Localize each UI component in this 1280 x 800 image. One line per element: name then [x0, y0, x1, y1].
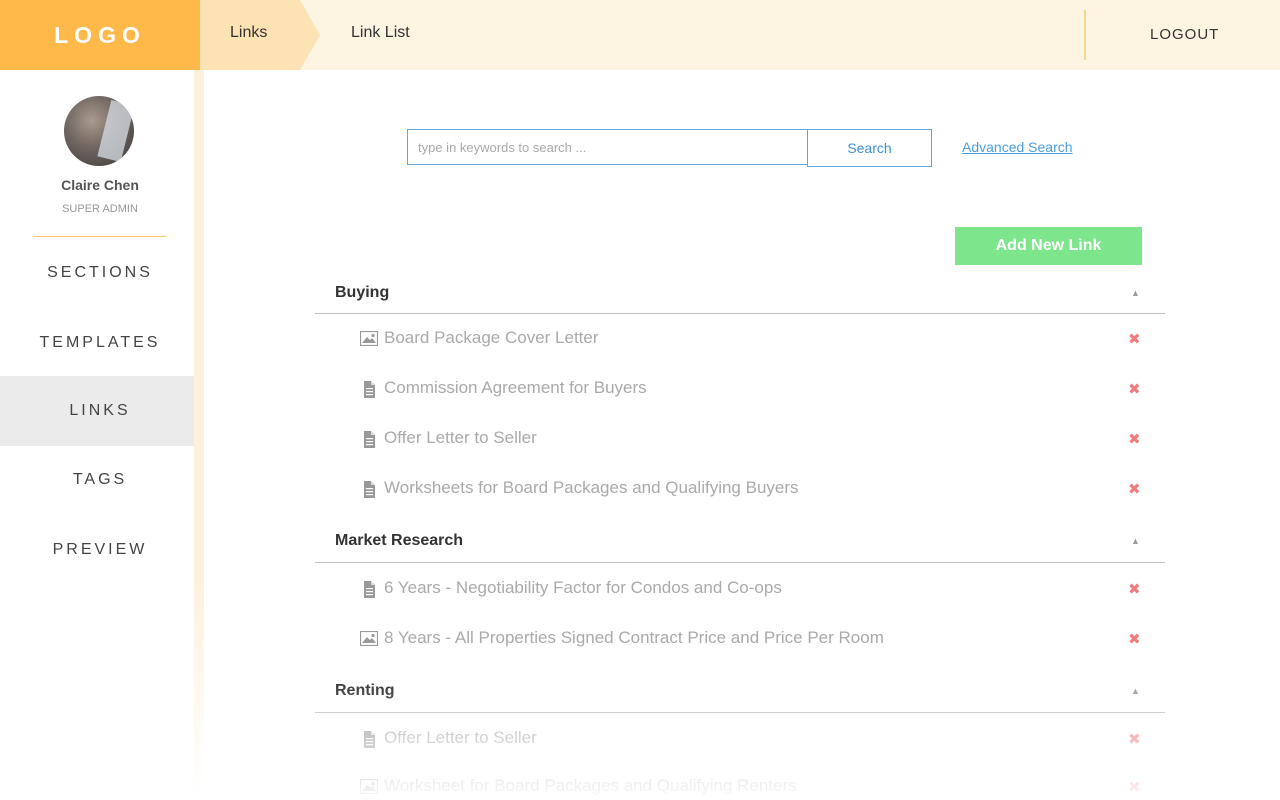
delete-icon[interactable]: ✖ [1128, 480, 1141, 498]
list-item[interactable]: 6 Years - Negotiability Factor for Condo… [360, 578, 1150, 602]
link-label[interactable]: Offer Letter to Seller [384, 728, 537, 748]
section-title: Renting [335, 682, 395, 699]
document-icon [360, 581, 378, 603]
document-icon [360, 431, 378, 453]
advanced-search-link[interactable]: Advanced Search [962, 139, 1073, 155]
section-divider [315, 562, 1165, 563]
section-divider [315, 313, 1165, 314]
search-button[interactable]: Search [807, 129, 932, 167]
section-header-market-research[interactable]: Market Research ▲ [315, 532, 1165, 554]
delete-icon[interactable]: ✖ [1128, 380, 1141, 398]
sidebar-edge [194, 70, 204, 800]
search-input[interactable] [407, 129, 807, 165]
collapse-caret-icon[interactable]: ▲ [1131, 536, 1140, 546]
sidebar-item-sections[interactable]: SECTIONS [0, 238, 200, 308]
image-icon [359, 630, 379, 651]
sidebar-item-label: LINKS [69, 402, 131, 419]
section-title: Market Research [335, 532, 464, 549]
sidebar-item-preview[interactable]: PREVIEW [0, 515, 200, 585]
delete-icon[interactable]: ✖ [1128, 580, 1141, 598]
collapse-caret-icon[interactable]: ▲ [1131, 686, 1140, 696]
delete-icon[interactable]: ✖ [1128, 730, 1141, 748]
logout-button[interactable]: LOGOUT [1150, 26, 1219, 43]
list-item[interactable]: Worksheets for Board Packages and Qualif… [360, 478, 1150, 502]
sidebar-item-templates[interactable]: TEMPLATES [0, 308, 200, 378]
sidebar-item-links[interactable]: LINKS [0, 376, 200, 446]
section-title: Buying [335, 284, 390, 301]
section-header-renting[interactable]: Renting ▲ [315, 682, 1165, 704]
sidebar-item-tags[interactable]: TAGS [0, 445, 200, 515]
sidebar-item-label: TAGS [72, 471, 128, 488]
delete-icon[interactable]: ✖ [1128, 330, 1141, 348]
breadcrumb-links-label: Links [230, 24, 268, 41]
logo[interactable]: LOGO [0, 0, 200, 70]
user-role: SUPER ADMIN [62, 203, 138, 215]
top-bar: LOGO Links Link List LOGOUT [0, 0, 1280, 70]
avatar[interactable] [64, 96, 134, 166]
document-icon [360, 381, 378, 403]
link-label[interactable]: Offer Letter to Seller [384, 428, 537, 448]
list-item[interactable]: Worksheet for Board Packages and Qualify… [359, 776, 1150, 800]
header-divider [1084, 10, 1086, 60]
sidebar: Claire Chen SUPER ADMIN SECTIONS TEMPLAT… [0, 70, 200, 800]
list-item[interactable]: 8 Years - All Properties Signed Contract… [359, 628, 1150, 652]
delete-icon[interactable]: ✖ [1128, 430, 1141, 448]
user-name: Claire Chen [61, 177, 139, 193]
list-item[interactable]: Offer Letter to Seller ✖ [360, 428, 1150, 452]
image-icon [359, 330, 379, 351]
link-label[interactable]: 8 Years - All Properties Signed Contract… [384, 628, 884, 648]
logo-text: LOGO [54, 21, 146, 48]
delete-icon[interactable]: ✖ [1128, 778, 1141, 796]
list-item[interactable]: Offer Letter to Seller ✖ [360, 728, 1150, 752]
sidebar-item-label: SECTIONS [47, 264, 153, 281]
list-item[interactable]: Commission Agreement for Buyers ✖ [360, 378, 1150, 402]
link-label[interactable]: Worksheet for Board Packages and Qualify… [384, 776, 797, 796]
document-icon [360, 731, 378, 753]
document-icon [360, 481, 378, 503]
link-label[interactable]: Commission Agreement for Buyers [384, 378, 647, 398]
breadcrumb-current: Link List [351, 24, 410, 41]
delete-icon[interactable]: ✖ [1128, 630, 1141, 648]
section-divider [315, 712, 1165, 713]
section-header-buying[interactable]: Buying ▲ [315, 284, 1165, 306]
collapse-caret-icon[interactable]: ▲ [1131, 288, 1140, 298]
breadcrumb-links[interactable]: Links [200, 0, 320, 70]
image-icon [359, 778, 379, 799]
sidebar-divider [33, 236, 166, 237]
add-new-link-button[interactable]: Add New Link [955, 227, 1142, 265]
list-item[interactable]: Board Package Cover Letter ✖ [359, 328, 1150, 352]
link-label[interactable]: Worksheets for Board Packages and Qualif… [384, 478, 799, 498]
sidebar-item-label: PREVIEW [52, 541, 148, 558]
link-label[interactable]: 6 Years - Negotiability Factor for Condo… [384, 578, 782, 598]
sidebar-item-label: TEMPLATES [39, 334, 161, 351]
link-label[interactable]: Board Package Cover Letter [384, 328, 599, 348]
